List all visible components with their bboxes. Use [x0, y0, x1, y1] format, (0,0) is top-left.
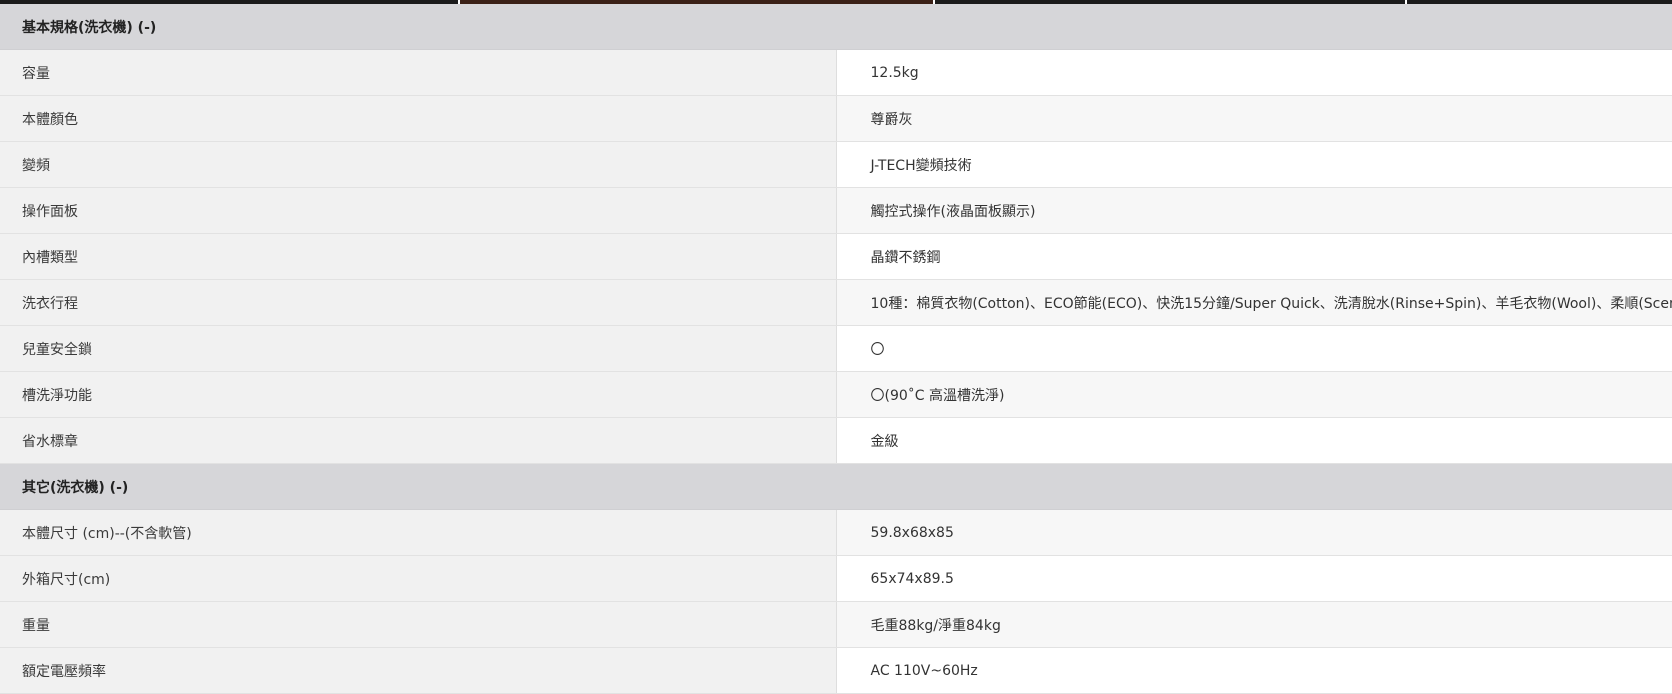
- spec-value: 12.5kg: [836, 49, 1672, 96]
- spec-label: 槽洗淨功能: [0, 371, 837, 418]
- spec-value: 10種：棉質衣物(Cotton)、ECO節能(ECO)、快洗15分鐘/Super…: [836, 279, 1672, 326]
- section-header-other: 其它(洗衣機) (-): [0, 463, 1672, 510]
- spec-row: 操作面板 觸控式操作(液晶面板顯示): [0, 187, 1672, 234]
- spec-label: 變頻: [0, 141, 837, 188]
- spec-row: 額定電壓頻率 AC 110V~60Hz: [0, 647, 1672, 694]
- spec-value: 〇(90˚C 高溫槽洗淨): [836, 371, 1672, 418]
- spec-value: 毛重88kg/淨重84kg: [836, 601, 1672, 648]
- spec-label: 額定電壓頻率: [0, 647, 837, 694]
- spec-label: 外箱尺寸(cm): [0, 555, 837, 602]
- section-title: 基本規格(洗衣機) (-): [0, 4, 1672, 50]
- spec-row: 變頻 J-TECH變頻技術: [0, 141, 1672, 188]
- spec-row: 本體顏色 尊爵灰: [0, 95, 1672, 142]
- spec-value: AC 110V~60Hz: [836, 647, 1672, 694]
- spec-row: 洗衣行程 10種：棉質衣物(Cotton)、ECO節能(ECO)、快洗15分鐘/…: [0, 279, 1672, 326]
- spec-row: 兒童安全鎖 〇: [0, 325, 1672, 372]
- section-title: 其它(洗衣機) (-): [0, 463, 1672, 510]
- spec-label: 洗衣行程: [0, 279, 837, 326]
- spec-value: J-TECH變頻技術: [836, 141, 1672, 188]
- spec-label: 重量: [0, 601, 837, 648]
- spec-label: 容量: [0, 49, 837, 96]
- spec-table: 基本規格(洗衣機) (-) 容量 12.5kg 本體顏色 尊爵灰 變頻 J-TE…: [0, 4, 1672, 694]
- spec-label: 省水標章: [0, 417, 837, 464]
- spec-label: 內槽類型: [0, 233, 837, 280]
- spec-row: 本體尺寸 (cm)--(不含軟管) 59.8x68x85: [0, 509, 1672, 556]
- spec-row: 內槽類型 晶鑽不銹鋼: [0, 233, 1672, 280]
- spec-value: 晶鑽不銹鋼: [836, 233, 1672, 280]
- spec-label: 本體顏色: [0, 95, 837, 142]
- spec-row: 容量 12.5kg: [0, 49, 1672, 96]
- spec-value: 尊爵灰: [836, 95, 1672, 142]
- spec-row: 外箱尺寸(cm) 65x74x89.5: [0, 555, 1672, 602]
- spec-label: 本體尺寸 (cm)--(不含軟管): [0, 509, 837, 556]
- spec-label: 操作面板: [0, 187, 837, 234]
- spec-value: 觸控式操作(液晶面板顯示): [836, 187, 1672, 234]
- spec-row: 重量 毛重88kg/淨重84kg: [0, 601, 1672, 648]
- section-header-basic-specs: 基本規格(洗衣機) (-): [0, 4, 1672, 50]
- spec-value: 65x74x89.5: [836, 555, 1672, 602]
- spec-row: 槽洗淨功能 〇(90˚C 高溫槽洗淨): [0, 371, 1672, 418]
- spec-label: 兒童安全鎖: [0, 325, 837, 372]
- spec-row: 省水標章 金級: [0, 417, 1672, 464]
- spec-value: 59.8x68x85: [836, 509, 1672, 556]
- spec-value: 〇: [836, 325, 1672, 372]
- spec-value: 金級: [836, 417, 1672, 464]
